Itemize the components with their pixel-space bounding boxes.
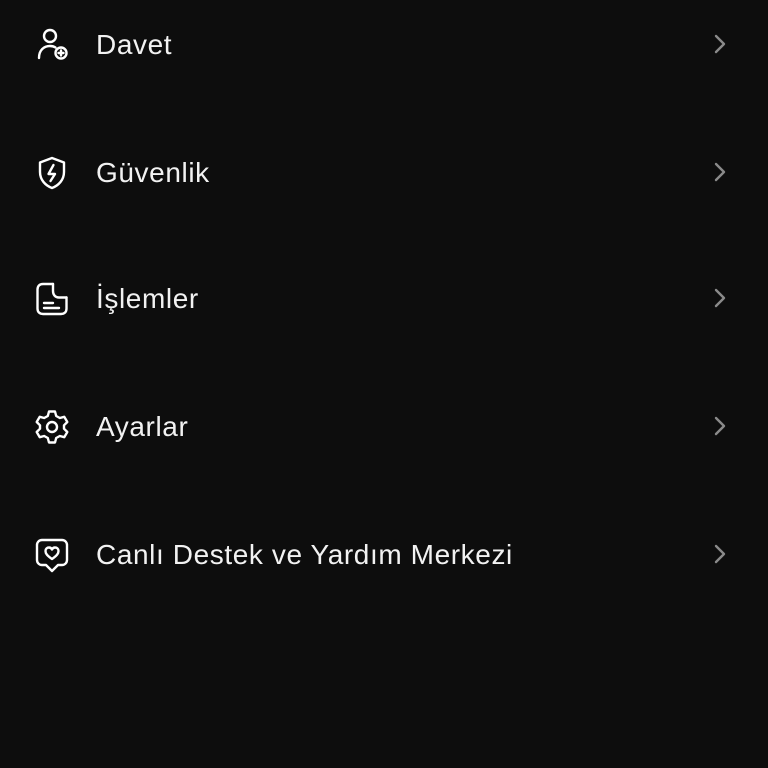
- user-plus-icon: [33, 26, 71, 64]
- chevron-right-icon: [709, 415, 731, 437]
- menu-item-canli-destek[interactable]: Canlı Destek ve Yardım Merkezi: [0, 515, 768, 595]
- menu-item-label: Davet: [96, 29, 173, 60]
- menu-item-guvenlik[interactable]: Güvenlik: [0, 133, 768, 213]
- menu-item-ayarlar[interactable]: Ayarlar: [0, 387, 768, 467]
- menu-item-davet[interactable]: Davet: [0, 5, 768, 85]
- heart-badge-icon: [33, 536, 71, 574]
- document-icon: [33, 280, 71, 318]
- menu-item-label: Ayarlar: [96, 411, 189, 442]
- menu-item-label: Güvenlik: [96, 157, 210, 188]
- chevron-right-icon: [709, 33, 731, 55]
- menu-item-islemler[interactable]: İşlemler: [0, 259, 768, 339]
- menu-item-label: İşlemler: [96, 283, 199, 314]
- menu-item-label: Canlı Destek ve Yardım Merkezi: [96, 539, 513, 570]
- chevron-right-icon: [709, 543, 731, 565]
- shield-bolt-icon: [33, 154, 71, 192]
- settings-menu: Davet Güvenlik İşlemler Ayarlar Canlı De…: [0, 0, 768, 768]
- gear-icon: [33, 408, 71, 446]
- chevron-right-icon: [709, 287, 731, 309]
- chevron-right-icon: [709, 161, 731, 183]
